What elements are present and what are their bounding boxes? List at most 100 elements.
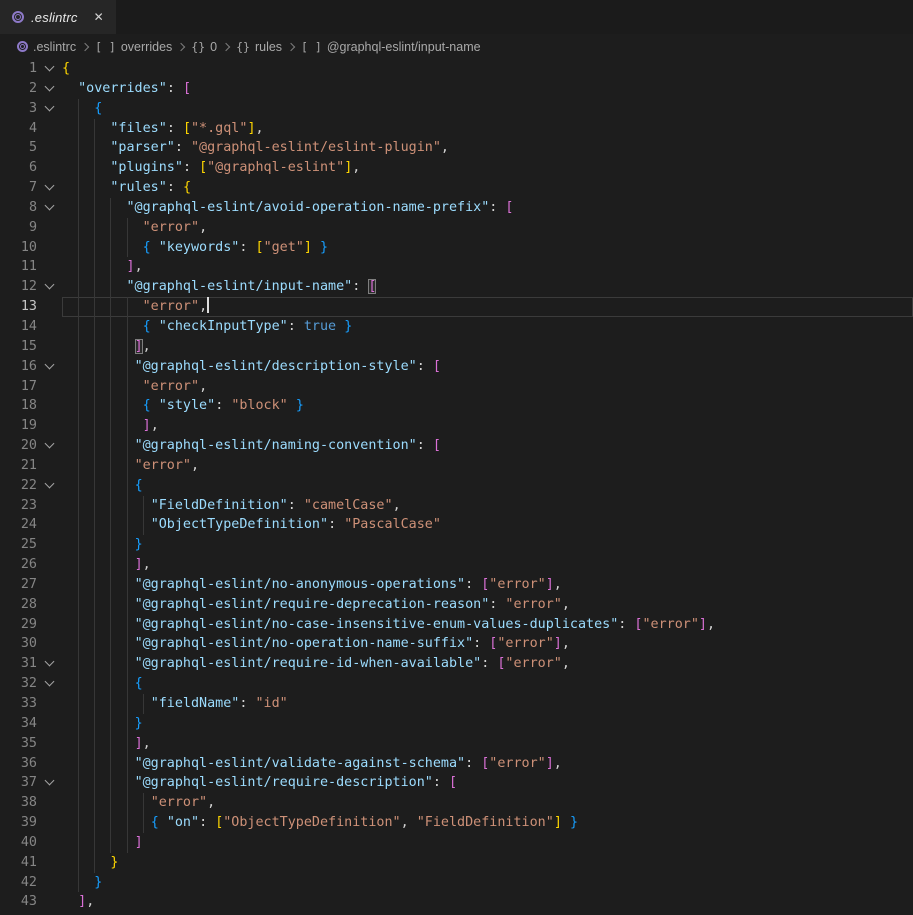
line-number[interactable]: 12 [0, 277, 37, 297]
fold-chevron-icon[interactable] [37, 436, 62, 456]
code-line[interactable]: 42 } [0, 873, 913, 893]
line-number[interactable]: 27 [0, 575, 37, 595]
fold-chevron-icon[interactable] [37, 357, 62, 377]
code-line[interactable]: 35 ], [0, 734, 913, 754]
fold-chevron-icon[interactable] [37, 674, 62, 694]
line-number[interactable]: 14 [0, 317, 37, 337]
code-line[interactable]: 36 "@graphql-eslint/validate-against-sch… [0, 754, 913, 774]
code-line[interactable]: 9 "error", [0, 218, 913, 238]
fold-chevron-icon[interactable] [37, 476, 62, 496]
breadcrumb-item[interactable]: {}rules [236, 40, 282, 54]
line-number[interactable]: 5 [0, 138, 37, 158]
line-number[interactable]: 1 [0, 59, 37, 79]
code-line[interactable]: 39 { "on": ["ObjectTypeDefinition", "Fie… [0, 813, 913, 833]
code-line[interactable]: 25 } [0, 535, 913, 555]
fold-chevron-icon[interactable] [37, 654, 62, 674]
line-number[interactable]: 3 [0, 99, 37, 119]
code-line[interactable]: 7 "rules": { [0, 178, 913, 198]
code-line[interactable]: 41 } [0, 853, 913, 873]
line-number[interactable]: 8 [0, 198, 37, 218]
line-number[interactable]: 40 [0, 833, 37, 853]
code-line[interactable]: 28 "@graphql-eslint/require-deprecation-… [0, 595, 913, 615]
line-number[interactable]: 33 [0, 694, 37, 714]
code-line[interactable]: 20 "@graphql-eslint/naming-convention": … [0, 436, 913, 456]
line-number[interactable]: 16 [0, 357, 37, 377]
line-number[interactable]: 35 [0, 734, 37, 754]
code-line[interactable]: 14 { "checkInputType": true } [0, 317, 913, 337]
line-number[interactable]: 4 [0, 119, 37, 139]
code-line[interactable]: 17 "error", [0, 377, 913, 397]
code-line[interactable]: 31 "@graphql-eslint/require-id-when-avai… [0, 654, 913, 674]
line-number[interactable]: 42 [0, 873, 37, 893]
code-line[interactable]: 12 "@graphql-eslint/input-name": [ [0, 277, 913, 297]
code-line[interactable]: 24 "ObjectTypeDefinition": "PascalCase" [0, 515, 913, 535]
code-line[interactable]: 23 "FieldDefinition": "camelCase", [0, 496, 913, 516]
code-line[interactable]: 13 "error", [0, 297, 913, 317]
close-icon[interactable]: ✕ [94, 11, 104, 23]
line-number[interactable]: 10 [0, 238, 37, 258]
fold-chevron-icon[interactable] [37, 59, 62, 79]
code-line[interactable]: 1{ [0, 59, 913, 79]
code-line[interactable]: 38 "error", [0, 793, 913, 813]
line-number[interactable]: 25 [0, 535, 37, 555]
line-number[interactable]: 11 [0, 257, 37, 277]
breadcrumb-item[interactable]: {}0 [191, 40, 217, 54]
code-line[interactable]: 26 ], [0, 555, 913, 575]
fold-chevron-icon[interactable] [37, 99, 62, 119]
line-number[interactable]: 32 [0, 674, 37, 694]
code-line[interactable]: 8 "@graphql-eslint/avoid-operation-name-… [0, 198, 913, 218]
line-number[interactable]: 30 [0, 634, 37, 654]
line-number[interactable]: 29 [0, 615, 37, 635]
code-line[interactable]: 33 "fieldName": "id" [0, 694, 913, 714]
line-number[interactable]: 39 [0, 813, 37, 833]
line-number[interactable]: 13 [0, 297, 37, 317]
code-line[interactable]: 40 ] [0, 833, 913, 853]
line-number[interactable]: 15 [0, 337, 37, 357]
line-number[interactable]: 6 [0, 158, 37, 178]
fold-chevron-icon[interactable] [37, 178, 62, 198]
code-line[interactable]: 10 { "keywords": ["get"] } [0, 238, 913, 258]
code-line[interactable]: 37 "@graphql-eslint/require-description"… [0, 773, 913, 793]
line-number[interactable]: 18 [0, 396, 37, 416]
code-line[interactable]: 19 ], [0, 416, 913, 436]
line-number[interactable]: 31 [0, 654, 37, 674]
code-line[interactable]: 6 "plugins": ["@graphql-eslint"], [0, 158, 913, 178]
fold-chevron-icon[interactable] [37, 773, 62, 793]
code-line[interactable]: 27 "@graphql-eslint/no-anonymous-operati… [0, 575, 913, 595]
code-line[interactable]: 2 "overrides": [ [0, 79, 913, 99]
line-number[interactable]: 43 [0, 892, 37, 912]
line-number[interactable]: 34 [0, 714, 37, 734]
line-number[interactable]: 21 [0, 456, 37, 476]
tab-eslintrc[interactable]: .eslintrc ✕ [0, 0, 116, 34]
code-line[interactable]: 29 "@graphql-eslint/no-case-insensitive-… [0, 615, 913, 635]
line-number[interactable]: 7 [0, 178, 37, 198]
code-line[interactable]: 4 "files": ["*.gql"], [0, 119, 913, 139]
line-number[interactable]: 24 [0, 515, 37, 535]
fold-chevron-icon[interactable] [37, 198, 62, 218]
line-number[interactable]: 28 [0, 595, 37, 615]
code-line[interactable]: 5 "parser": "@graphql-eslint/eslint-plug… [0, 138, 913, 158]
line-number[interactable]: 20 [0, 436, 37, 456]
breadcrumb-item[interactable]: .eslintrc [17, 40, 76, 54]
fold-chevron-icon[interactable] [37, 79, 62, 99]
breadcrumb-item[interactable]: [ ]@graphql-eslint/input-name [301, 40, 481, 54]
code-line[interactable]: 18 { "style": "block" } [0, 396, 913, 416]
line-number[interactable]: 9 [0, 218, 37, 238]
code-line[interactable]: 32 { [0, 674, 913, 694]
code-line[interactable]: 30 "@graphql-eslint/no-operation-name-su… [0, 634, 913, 654]
code-line[interactable]: 43 ], [0, 892, 913, 912]
line-number[interactable]: 36 [0, 754, 37, 774]
line-number[interactable]: 17 [0, 377, 37, 397]
line-number[interactable]: 41 [0, 853, 37, 873]
line-number[interactable]: 19 [0, 416, 37, 436]
code-line[interactable]: 11 ], [0, 257, 913, 277]
line-number[interactable]: 22 [0, 476, 37, 496]
code-line[interactable]: 22 { [0, 476, 913, 496]
code-line[interactable]: 3 { [0, 99, 913, 119]
line-number[interactable]: 2 [0, 79, 37, 99]
code-line[interactable]: 16 "@graphql-eslint/description-style": … [0, 357, 913, 377]
line-number[interactable]: 26 [0, 555, 37, 575]
line-number[interactable]: 38 [0, 793, 37, 813]
fold-chevron-icon[interactable] [37, 277, 62, 297]
breadcrumb-item[interactable]: [ ]overrides [95, 40, 172, 54]
